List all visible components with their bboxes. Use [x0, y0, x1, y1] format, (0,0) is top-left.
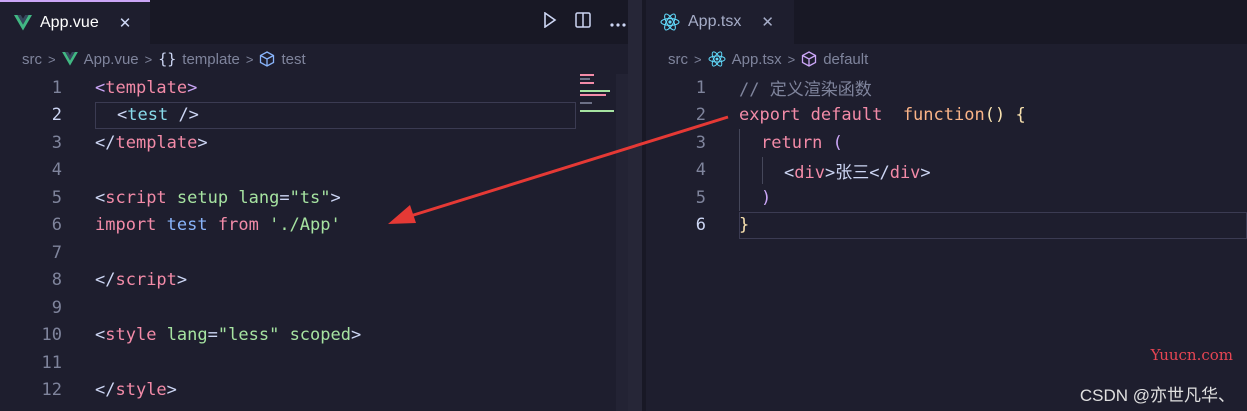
code-line: 10 <style lang="less" scoped> — [0, 322, 628, 350]
code-line: 4 — [0, 157, 628, 185]
breadcrumb-item[interactable]: src — [22, 51, 42, 68]
react-icon — [660, 13, 680, 31]
tab-bar: App.vue ✕ — [0, 0, 628, 44]
code-text: import test from './App' — [95, 215, 341, 236]
code-line: 7 — [0, 239, 628, 267]
editor-pane-left[interactable]: App.vue ✕ src > App.vue > {} template > — [0, 0, 628, 411]
line-number: 2 — [51, 105, 62, 126]
editor-actions — [543, 0, 627, 44]
chevron-right-icon: > — [144, 51, 153, 67]
code-line: 1 <template> — [0, 74, 628, 102]
run-icon[interactable] — [543, 11, 557, 32]
code-line: 3 return ( — [646, 129, 1247, 157]
code-line: 1 // 定义渲染函数 — [646, 74, 1247, 102]
close-icon[interactable]: ✕ — [119, 14, 132, 32]
breadcrumb-item[interactable]: default — [823, 51, 868, 68]
code-comment: // 定义渲染函数 — [739, 80, 872, 101]
line-number: 6 — [695, 215, 706, 236]
minimap[interactable] — [580, 74, 620, 114]
code-line: 11 — [0, 349, 628, 377]
code-line: 2 <test /> — [0, 102, 628, 130]
split-editor-icon[interactable] — [575, 12, 591, 32]
tab-bar: App.tsx ✕ — [646, 0, 1247, 44]
watermark-author: CSDN @亦世凡华、 — [1079, 386, 1235, 405]
line-number: 4 — [51, 160, 62, 181]
code-text: </style> — [95, 380, 177, 401]
line-number: 8 — [51, 270, 62, 291]
tab-label: App.tsx — [688, 13, 742, 30]
braces-icon: {} — [158, 50, 177, 68]
chevron-right-icon: > — [245, 51, 254, 67]
tab-label: App.vue — [40, 14, 99, 31]
breadcrumb-item[interactable]: template — [182, 51, 240, 68]
line-number: 7 — [51, 242, 62, 263]
line-number: 4 — [695, 160, 706, 181]
tab-app-tsx[interactable]: App.tsx ✕ — [646, 0, 794, 44]
code-line: 8 </script> — [0, 267, 628, 295]
more-actions-icon[interactable] — [609, 13, 627, 32]
line-number: 10 — [41, 325, 62, 346]
watermark-site: Yuucn.com — [1150, 346, 1233, 364]
close-icon[interactable]: ✕ — [761, 13, 774, 31]
code-text: <test /> — [117, 105, 199, 126]
code-line: 3 </template> — [0, 129, 628, 157]
line-number: 5 — [695, 187, 706, 208]
code-line: 5 <script setup lang="ts"> — [0, 184, 628, 212]
cube-icon — [259, 51, 275, 67]
line-number: 1 — [695, 77, 706, 98]
chevron-right-icon: > — [787, 51, 796, 67]
cube-icon — [801, 51, 817, 67]
breadcrumb: src > App.tsx > default — [646, 44, 1247, 74]
line-number: 2 — [695, 105, 706, 126]
code-text: export default function() { — [739, 105, 1026, 126]
line-number: 11 — [41, 352, 62, 373]
code-text: <style lang="less" scoped> — [95, 325, 362, 346]
code-line: 2 export default function() { — [646, 102, 1247, 130]
breadcrumb-item[interactable]: App.vue — [84, 51, 139, 68]
code-text: </template> — [95, 132, 208, 153]
line-number: 5 — [51, 187, 62, 208]
react-icon — [708, 51, 726, 67]
breadcrumb: src > App.vue > {} template > test — [0, 44, 628, 74]
breadcrumb-item[interactable]: test — [281, 51, 305, 68]
code-line: 6 } — [646, 212, 1247, 240]
code-text: } — [739, 215, 750, 236]
line-number: 9 — [51, 297, 62, 318]
line-number: 3 — [51, 132, 62, 153]
line-number: 12 — [41, 380, 62, 401]
vue-icon — [61, 52, 78, 66]
line-number: 3 — [695, 132, 706, 153]
pane-sash[interactable] — [628, 0, 642, 411]
chevron-right-icon: > — [694, 51, 702, 67]
code-line: 12 </style> — [0, 377, 628, 405]
breadcrumb-item[interactable]: src — [668, 51, 688, 68]
line-number: 1 — [51, 77, 62, 98]
code-line: 4 <div>张三</div> — [646, 157, 1247, 185]
code-editor[interactable]: 1 <template> 2 <test /> 3 </template> 4 … — [0, 74, 628, 411]
code-line: 6 import test from './App' — [0, 212, 628, 240]
tab-app-vue[interactable]: App.vue ✕ — [0, 0, 150, 44]
code-text: <template> — [95, 77, 198, 98]
code-text: return ( — [761, 132, 843, 153]
code-text: ) — [761, 187, 772, 208]
breadcrumb-item[interactable]: App.tsx — [732, 51, 782, 68]
code-text: <script setup lang="ts"> — [95, 187, 341, 208]
code-text: </script> — [95, 270, 188, 291]
vertical-scrollbar[interactable] — [616, 74, 628, 411]
code-line: 9 — [0, 294, 628, 322]
vue-icon — [14, 15, 32, 31]
line-number: 6 — [51, 215, 62, 236]
code-line: 5 ) — [646, 184, 1247, 212]
code-text: <div>张三</div> — [784, 162, 931, 183]
chevron-right-icon: > — [48, 51, 56, 67]
